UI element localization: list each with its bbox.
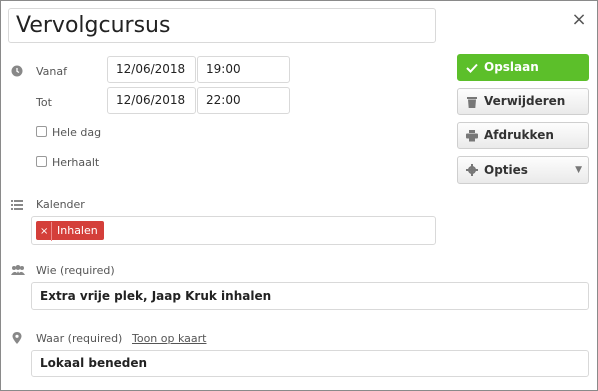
to-time-input[interactable]: 22:00 [197, 87, 290, 114]
to-label: Tot [36, 96, 52, 109]
close-icon[interactable]: × [570, 10, 588, 30]
delete-button[interactable]: Verwijderen [457, 88, 589, 115]
options-button-label: Opties [484, 163, 528, 177]
save-button-label: Opslaan [484, 60, 539, 74]
from-date-input[interactable]: 12/06/2018 [107, 56, 196, 83]
chevron-down-icon: ▼ [575, 165, 582, 175]
print-button-label: Afdrukken [484, 128, 554, 142]
who-input[interactable]: Extra vrije plek, Jaap Kruk inhalen [31, 282, 589, 310]
trash-icon [467, 97, 477, 108]
event-dialog: Vervolgcursus × Vanaf 12/06/2018 19:00 T… [0, 0, 598, 391]
print-button[interactable]: Afdrukken [457, 122, 589, 149]
options-button[interactable]: Opties ▼ [457, 156, 589, 184]
gear-icon [466, 164, 478, 176]
where-input[interactable]: Lokaal beneden [31, 350, 589, 377]
map-pin-icon [12, 332, 22, 344]
clock-icon [11, 65, 23, 77]
list-icon [11, 200, 23, 210]
who-label: Wie (required) [36, 264, 115, 277]
repeats-checkbox[interactable] [36, 156, 47, 167]
all-day-checkbox[interactable] [36, 126, 47, 137]
to-date-input[interactable]: 12/06/2018 [107, 87, 196, 114]
all-day-label: Hele dag [52, 126, 102, 139]
from-label: Vanaf [36, 65, 67, 78]
printer-icon [466, 130, 478, 142]
users-icon [11, 265, 25, 275]
show-on-map-link[interactable]: Toon op kaart [132, 332, 206, 345]
delete-button-label: Verwijderen [484, 94, 566, 108]
calendar-tag: × Inhalen [36, 221, 104, 241]
save-button[interactable]: Opslaan [457, 54, 589, 81]
check-icon [466, 63, 478, 73]
from-time-input[interactable]: 19:00 [197, 56, 290, 83]
remove-tag-icon[interactable]: × [40, 222, 52, 241]
repeats-label: Herhaalt [52, 156, 100, 169]
calendar-tag-label: Inhalen [57, 224, 98, 237]
where-label: Waar (required) [36, 332, 123, 345]
calendar-label: Kalender [36, 198, 85, 211]
event-title-input[interactable]: Vervolgcursus [8, 8, 436, 43]
